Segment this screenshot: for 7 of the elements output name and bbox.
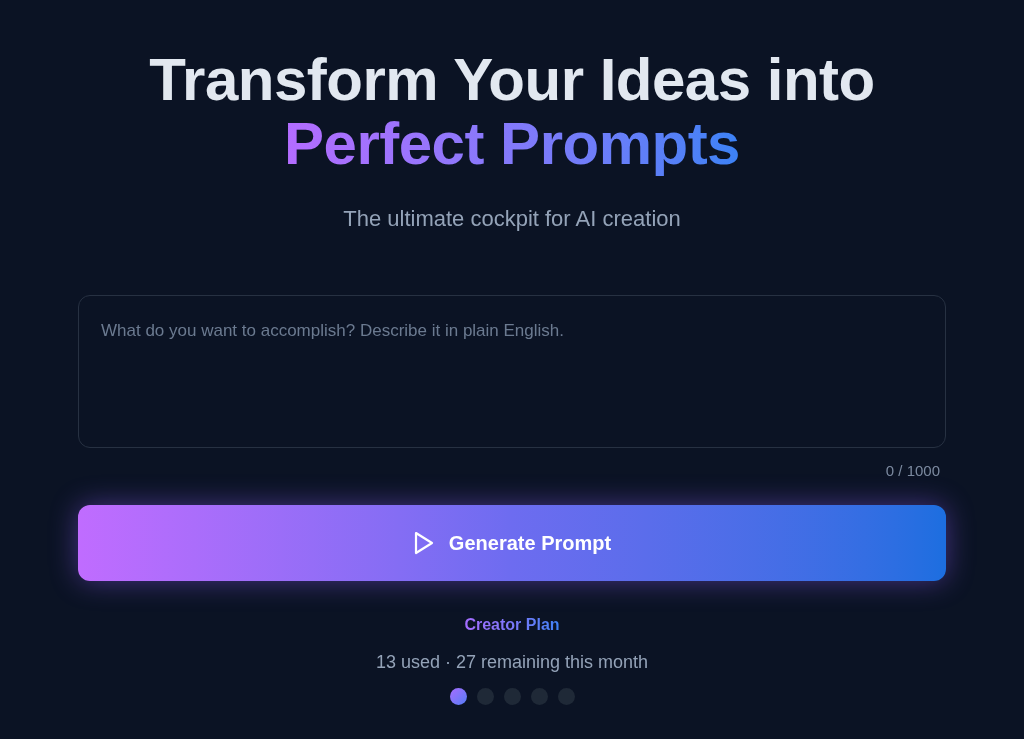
play-icon <box>412 529 435 556</box>
usage-text: 13 used · 27 remaining this month <box>375 650 649 674</box>
generate-button[interactable]: Generate Prompt <box>78 504 946 581</box>
hero-subtitle: The ultimate cockpit for AI creation <box>343 205 681 233</box>
prompt-field[interactable]: What do you want to accomplish? Describe it in plain English. <box>78 295 946 448</box>
character-counter: 0 / 1000 <box>885 461 940 481</box>
hero-title: Transform Your Ideas into <box>149 48 875 112</box>
